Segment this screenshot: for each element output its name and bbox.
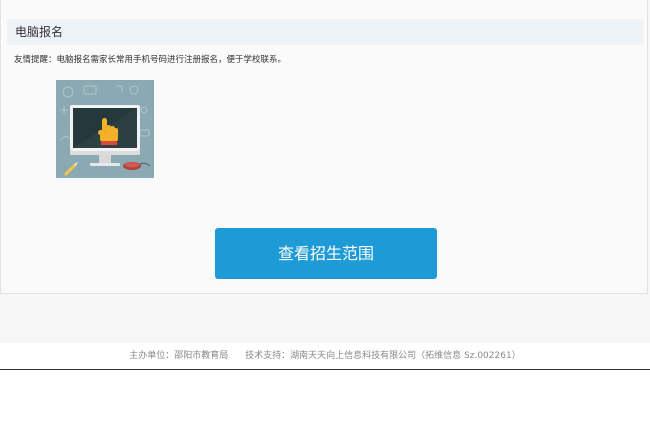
section-header-computer-registration: 电脑报名 xyxy=(7,19,643,45)
footer-host: 主办单位：邵阳市教育局 xyxy=(129,351,229,361)
friendly-reminder-text: 友情提醒：电脑报名需家长常用手机号码进行注册报名，便于学校联系。 xyxy=(14,55,287,65)
page: 电脑报名 友情提醒：电脑报名需家长常用手机号码进行注册报名，便于学校联系。 查看… xyxy=(0,0,650,433)
registration-panel: 电脑报名 友情提醒：电脑报名需家长常用手机号码进行注册报名，便于学校联系。 查看… xyxy=(0,0,648,294)
view-enrollment-scope-button[interactable]: 查看招生范围 xyxy=(215,228,437,279)
section-title: 电脑报名 xyxy=(15,25,64,39)
footer-support: 技术支持：湖南天天向上信息科技有限公司（拓维信息 Sz.002261） xyxy=(245,351,521,361)
computer-registration-illustration[interactable] xyxy=(56,80,154,178)
footer: 主办单位：邵阳市教育局 技术支持：湖南天天向上信息科技有限公司（拓维信息 Sz.… xyxy=(0,343,650,369)
footer-divider xyxy=(0,369,650,370)
computer-hand-pointer-icon xyxy=(56,80,154,178)
